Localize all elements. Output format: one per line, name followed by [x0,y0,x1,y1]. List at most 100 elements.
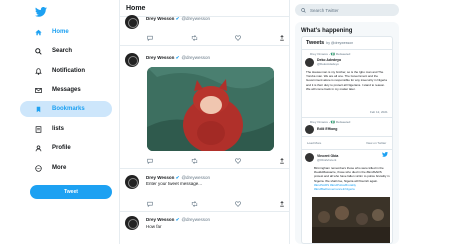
bookmark-icon [32,106,44,113]
user-icon [32,144,44,152]
retweet-icon[interactable] [190,157,198,164]
retweet-icon[interactable] [190,34,198,41]
post-author: Drey Wesson ✔ @dreywesson [146,55,210,61]
verified-badge-icon: ✔ [175,16,180,21]
hashtag-links[interactable]: #EndSARS #EndPoliceBrutality #EndBadGove… [314,183,356,191]
tweet-body: Birmingham remembers those who were kill… [314,166,390,183]
post-author: Drey Wesson ✔ @dreywesson [146,217,210,223]
verified-badge-icon: ✔ [175,175,180,180]
main-timeline: Home Drey Wesson ✔ @dreywesson Drey Wesso… [119,0,290,244]
divider [302,117,392,118]
author-name: Drey Wesson [146,16,175,21]
bell-icon [32,67,44,75]
avatar[interactable] [125,53,139,67]
share-icon[interactable] [278,157,286,164]
post-actions [146,157,286,164]
post-text: How far [146,224,162,229]
sidebar-item-label: Bookmarks [52,106,85,112]
right-sidebar: Search Twitter What's happening Tweets by… [293,0,404,244]
sidebar-item-label: Notification [52,68,85,74]
tweet-date[interactable]: Feb 12, 2021 [370,110,388,114]
reply-icon[interactable] [146,200,154,207]
author-handle: @DekoAdedeyo [317,62,339,66]
avatar[interactable] [125,216,139,230]
verified-badge-icon: ✔ [175,55,180,60]
like-icon[interactable] [234,200,242,207]
author-name: Drey Wesson [146,175,175,180]
load-more-link[interactable]: Load More [307,141,321,145]
author-handle: @dreywesson [181,16,211,21]
divider [302,49,392,50]
search-icon [32,47,44,55]
sidebar-item-label: Home [52,29,69,35]
share-icon[interactable] [278,200,286,207]
sidebar-item-lists[interactable]: lists [20,121,112,137]
more-icon [32,164,44,172]
avatar[interactable] [305,125,314,134]
post-actions [146,200,286,207]
tweet-text: Birmingham remembers those who were kill… [314,166,390,191]
sidebar-item-profile[interactable]: Profile [20,140,112,156]
sidebar-item-more[interactable]: More [20,160,112,176]
sidebar-item-bookmarks[interactable]: Bookmarks [20,101,112,117]
embed-header: Tweets by @dreywesson [306,40,353,46]
author-handle: @dreywesson [181,55,211,60]
like-icon[interactable] [234,157,242,164]
sidebar-item-label: More [52,165,67,171]
sidebar-item-messages[interactable]: Messages [20,82,112,98]
author-handle: @ObiaVincent [317,158,337,162]
post-author: Drey Wesson ✔ @dreywesson [146,16,210,22]
author-name: Drey Wesson [146,217,175,222]
sidebar-item-label: Search [52,48,73,54]
divider [120,45,289,46]
sidebar-item-search[interactable]: Search [20,43,112,59]
avatar[interactable] [305,58,314,67]
embedded-timeline: Tweets by @dreywesson Drey Omaore ✓🇳🇬 Ret… [301,36,393,244]
author-handle: @dreywesson [181,217,211,222]
author-handle: @dreywesson [181,175,211,180]
sidebar-item-notification[interactable]: Notification [20,63,112,79]
embed-by: by @dreywesson [326,41,354,45]
sidebar-item-home[interactable]: Home [20,24,112,40]
post-text: Enter your tweet message... [146,181,203,186]
retweet-icon[interactable] [190,200,198,207]
left-sidebar: Home Search Notification Messages Bookma… [20,0,120,244]
view-on-twitter-link[interactable]: View on Twitter [366,141,386,145]
post-actions [146,34,286,41]
tweet-image[interactable] [312,197,390,243]
tweet-text: The Hausa man is my brother, so is the I… [306,70,387,91]
divider [120,168,289,169]
twitter-logo-icon[interactable] [35,7,47,17]
list-icon [32,125,44,133]
embed-title: Tweets [306,40,325,46]
panel-title: What's happening [301,28,353,34]
post-image[interactable] [147,67,274,151]
author-name[interactable]: Edili Effiong [317,127,337,131]
divider [302,149,392,150]
retweet-indicator: Drey Omaore ✓🇳🇬 Retweeted [310,52,351,56]
search-placeholder: Search Twitter [310,7,339,13]
reply-icon[interactable] [146,34,154,41]
share-icon[interactable] [278,34,286,41]
divider [302,136,392,137]
search-icon [301,7,306,13]
sidebar-item-label: Messages [52,87,81,93]
avatar[interactable] [125,15,139,29]
retweet-indicator: Drey Omaore ✓🇳🇬 Retweeted [310,120,351,124]
sidebar-item-label: lists [52,126,65,132]
divider [120,211,289,212]
twitter-bird-icon [382,152,388,157]
tweet-button[interactable]: Tweet [30,185,112,199]
envelope-icon [32,87,44,94]
avatar[interactable] [305,153,314,162]
sidebar-item-label: Profile [52,145,71,151]
page-title: Home [126,5,146,12]
reply-icon[interactable] [146,157,154,164]
avatar[interactable] [125,175,139,189]
whats-happening-panel: What's happening Tweets by @dreywesson Dr… [295,22,399,244]
like-icon[interactable] [234,34,242,41]
verified-badge-icon: ✔ [175,217,180,222]
author-name: Drey Wesson [146,55,175,60]
home-icon [32,29,44,36]
search-input[interactable]: Search Twitter [295,4,399,16]
